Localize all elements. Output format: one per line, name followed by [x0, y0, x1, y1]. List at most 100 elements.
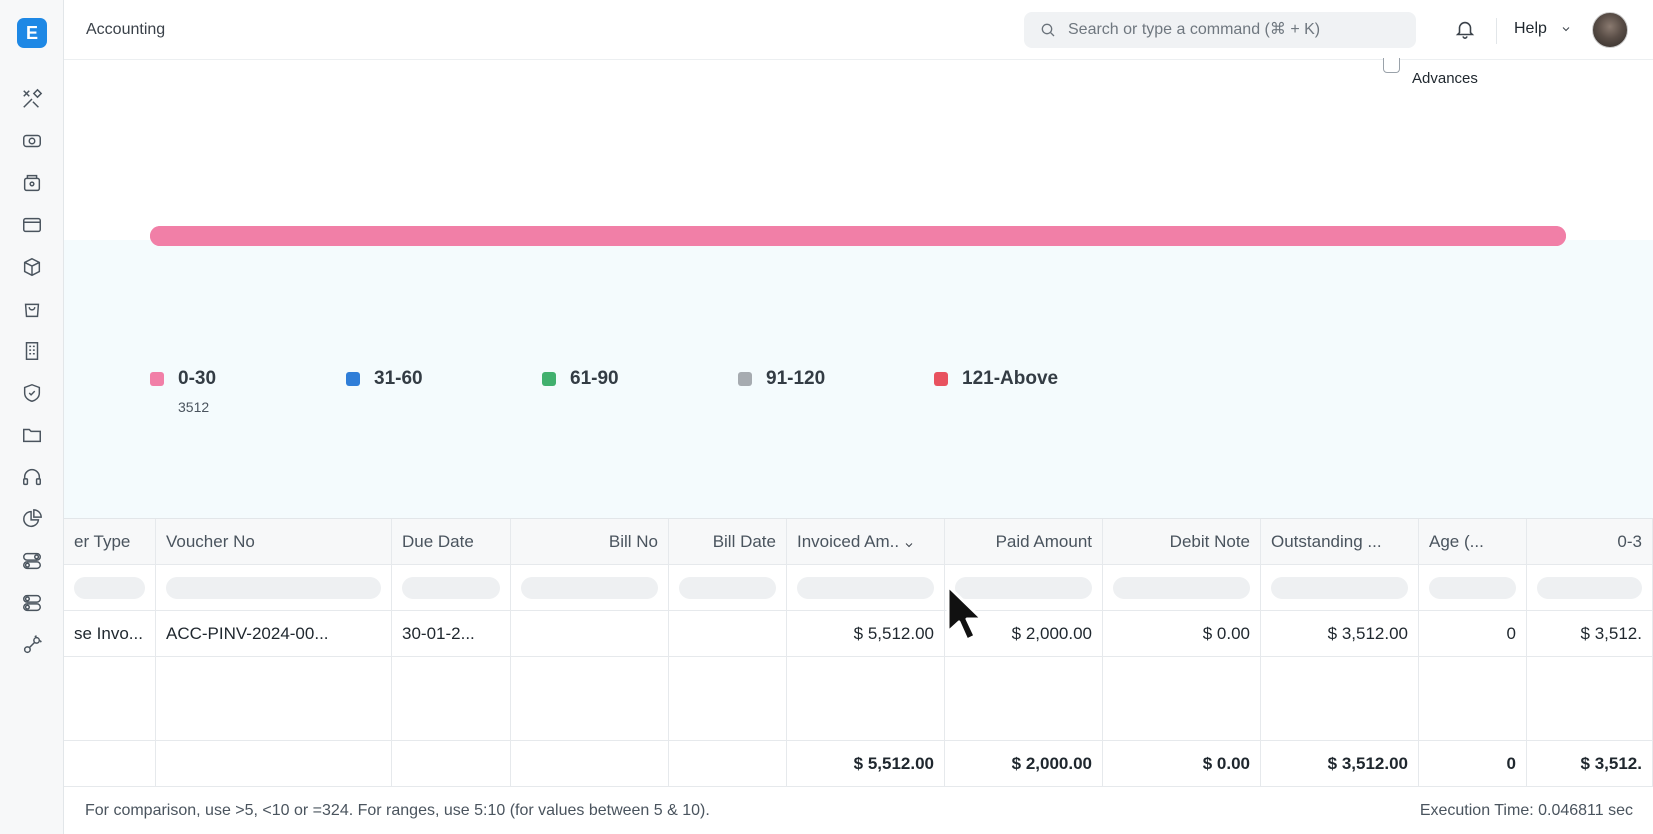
bag-icon[interactable]: [19, 296, 45, 322]
filter-input[interactable]: [1429, 576, 1516, 599]
legend-item-31-60[interactable]: 31-60: [346, 368, 423, 390]
filter-input[interactable]: [679, 576, 776, 599]
column-header[interactable]: Debit Note: [1103, 519, 1261, 564]
advances-label: Advances: [1412, 70, 1478, 87]
column-header[interactable]: Outstanding ...: [1261, 519, 1419, 564]
shield-icon[interactable]: [19, 380, 45, 406]
box-icon[interactable]: [19, 254, 45, 280]
table-filter-row: [64, 565, 1653, 611]
table-cell: [392, 657, 511, 740]
legend-swatch: [934, 372, 948, 386]
legend-swatch: [346, 372, 360, 386]
total-cell: $ 3,512.: [1527, 741, 1653, 786]
table-cell[interactable]: [511, 611, 669, 656]
table-cell[interactable]: [669, 611, 787, 656]
filter-cell[interactable]: [1103, 565, 1261, 610]
column-header[interactable]: Age (...: [1419, 519, 1527, 564]
filter-cell[interactable]: [64, 565, 156, 610]
legend-item-0-30[interactable]: 0-30: [150, 368, 216, 390]
table-cell: [787, 657, 945, 740]
chart-background: [64, 240, 1653, 520]
top-bar: Accounting Help: [64, 0, 1653, 60]
legend-item-121-above[interactable]: 121-Above: [934, 368, 1058, 390]
filter-input[interactable]: [166, 576, 381, 599]
pie-chart-icon[interactable]: [19, 506, 45, 532]
integration-icon[interactable]: [19, 632, 45, 658]
table-cell[interactable]: 0: [1419, 611, 1527, 656]
table-cell: [1261, 657, 1419, 740]
mouse-cursor-icon: [945, 584, 991, 644]
user-avatar[interactable]: [1592, 12, 1628, 48]
chevron-down-icon[interactable]: [1560, 22, 1572, 34]
card-icon[interactable]: [19, 212, 45, 238]
report-table: er Type Voucher No Due Date Bill No Bill…: [64, 518, 1653, 788]
table-cell: [1103, 657, 1261, 740]
table-row[interactable]: se Invo... ACC-PINV-2024-00... 30-01-2..…: [64, 611, 1653, 657]
ageing-bar-segment-0-30[interactable]: [150, 226, 1566, 246]
filter-cell[interactable]: [511, 565, 669, 610]
filter-cell[interactable]: [156, 565, 392, 610]
filter-input[interactable]: [402, 576, 500, 599]
help-menu-button[interactable]: Help: [1514, 20, 1547, 38]
filter-cell[interactable]: [1419, 565, 1527, 610]
legend-swatch: [542, 372, 556, 386]
legend-swatch: [150, 372, 164, 386]
total-cell: $ 2,000.00: [945, 741, 1103, 786]
sidebar: E: [0, 0, 64, 834]
filter-input[interactable]: [1113, 576, 1250, 599]
table-cell[interactable]: $ 3,512.: [1527, 611, 1653, 656]
table-cell[interactable]: se Invo...: [64, 611, 156, 656]
filter-input[interactable]: [1271, 576, 1408, 599]
filter-input[interactable]: [797, 576, 934, 599]
filter-cell[interactable]: [787, 565, 945, 610]
column-header[interactable]: Due Date: [392, 519, 511, 564]
advances-checkbox[interactable]: [1383, 58, 1400, 73]
column-header[interactable]: Bill Date: [669, 519, 787, 564]
filter-cell[interactable]: [1261, 565, 1419, 610]
total-cell: $ 3,512.00: [1261, 741, 1419, 786]
toggle-alt-icon[interactable]: [19, 590, 45, 616]
headset-icon[interactable]: [19, 464, 45, 490]
toggle-icon[interactable]: [19, 548, 45, 574]
notification-bell-icon[interactable]: [1454, 18, 1478, 42]
table-cell[interactable]: $ 0.00: [1103, 611, 1261, 656]
filter-cell[interactable]: [392, 565, 511, 610]
filter-input[interactable]: [521, 576, 658, 599]
report-footer: For comparison, use >5, <10 or =324. For…: [64, 788, 1653, 834]
column-header[interactable]: er Type: [64, 519, 156, 564]
filter-cell[interactable]: [1527, 565, 1653, 610]
total-cell: [669, 741, 787, 786]
column-header[interactable]: Bill No: [511, 519, 669, 564]
table-cell[interactable]: 30-01-2...: [392, 611, 511, 656]
building-icon[interactable]: [19, 338, 45, 364]
tools-icon[interactable]: [19, 86, 45, 112]
legend-label: 0-30: [178, 368, 217, 389]
header-divider: [1496, 18, 1497, 44]
filter-input[interactable]: [1537, 576, 1642, 599]
table-cell[interactable]: $ 5,512.00: [787, 611, 945, 656]
search-input[interactable]: [1068, 12, 1408, 48]
column-header-label: Invoiced Am..: [797, 531, 900, 551]
table-cell: [669, 657, 787, 740]
legend-value-0-30: 3512: [178, 399, 210, 415]
column-header-invoiced[interactable]: Invoiced Am..: [787, 519, 945, 564]
legend-item-91-120[interactable]: 91-120: [738, 368, 825, 390]
filter-cell[interactable]: [669, 565, 787, 610]
table-cell[interactable]: ACC-PINV-2024-00...: [156, 611, 392, 656]
filter-input[interactable]: [74, 576, 145, 599]
table-cell: [511, 657, 669, 740]
camera-icon[interactable]: [19, 170, 45, 196]
column-header[interactable]: Voucher No: [156, 519, 392, 564]
ageing-bar[interactable]: [150, 226, 1566, 246]
column-header[interactable]: 0-3: [1527, 519, 1653, 564]
search-box[interactable]: [1024, 12, 1416, 48]
table-cell: [1527, 657, 1653, 740]
page-title: Accounting: [86, 21, 166, 38]
eye-icon[interactable]: [19, 128, 45, 154]
table-cell[interactable]: $ 3,512.00: [1261, 611, 1419, 656]
folder-icon[interactable]: [19, 422, 45, 448]
column-header[interactable]: Paid Amount: [945, 519, 1103, 564]
legend-item-61-90[interactable]: 61-90: [542, 368, 619, 390]
chevron-down-icon[interactable]: [903, 536, 915, 548]
app-logo[interactable]: E: [17, 18, 47, 48]
